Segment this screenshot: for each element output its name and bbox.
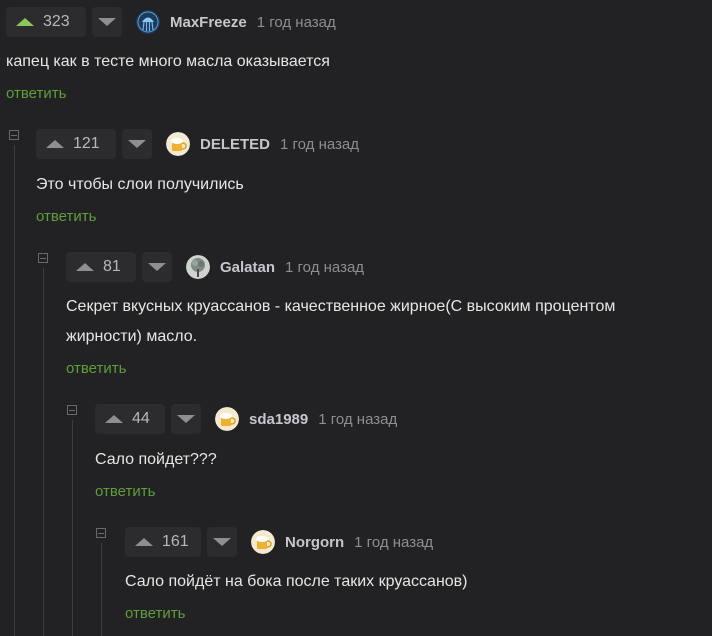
- collapse-thread-button[interactable]: [67, 405, 77, 415]
- comment-rating: 44: [132, 410, 150, 427]
- downvote-button[interactable]: [92, 7, 122, 37]
- downvote-arrow-icon: [128, 140, 146, 148]
- tree-avatar-icon[interactable]: [186, 255, 210, 279]
- collapse-thread-button[interactable]: [96, 528, 106, 538]
- collapse-thread-button[interactable]: [9, 130, 19, 140]
- reply-link[interactable]: ответить: [125, 605, 185, 622]
- reply-link[interactable]: ответить: [95, 483, 155, 500]
- upvote-button[interactable]: 81: [66, 252, 136, 282]
- downvote-arrow-icon: [148, 263, 166, 271]
- upvote-arrow-icon: [135, 538, 153, 546]
- upvote-button[interactable]: 121: [36, 129, 116, 159]
- thread-line: [72, 420, 73, 636]
- username-link[interactable]: DELETED: [200, 136, 270, 153]
- comment-rating: 121: [73, 135, 100, 152]
- comment-time: 1 год назад: [256, 13, 336, 31]
- upvote-button[interactable]: 161: [125, 527, 201, 557]
- comment-time: 1 год назад: [318, 410, 398, 428]
- downvote-button[interactable]: [171, 404, 201, 434]
- collapse-thread-button[interactable]: [38, 253, 48, 263]
- comment-text: Это чтобы слои получились: [36, 176, 244, 193]
- username-link[interactable]: sda1989: [249, 411, 308, 428]
- comment-header: 161 Norgorn 1 год назад: [125, 526, 433, 558]
- comment-rating: 323: [43, 13, 70, 30]
- downvote-button[interactable]: [122, 129, 152, 159]
- username-link[interactable]: Galatan: [220, 259, 275, 276]
- thread-line: [43, 268, 44, 636]
- upvote-arrow-icon: [76, 263, 94, 271]
- upvote-button[interactable]: 44: [95, 404, 165, 434]
- reply-link[interactable]: ответить: [6, 85, 66, 102]
- jellyfish-avatar-icon[interactable]: [136, 10, 160, 34]
- comment-rating: 81: [103, 258, 121, 275]
- downvote-arrow-icon: [98, 18, 116, 26]
- thread-line: [101, 543, 102, 636]
- upvote-button[interactable]: 323: [6, 7, 86, 37]
- comment-header: 121 DELETED 1 год назад: [36, 128, 359, 160]
- thread-line: [14, 145, 15, 636]
- comment-time: 1 год назад: [280, 135, 360, 153]
- upvote-arrow-icon: [105, 415, 123, 423]
- comment-header: 323 MaxFreeze 1 год назад: [6, 6, 336, 38]
- comment-header: 44 sda1989 1 год назад: [95, 403, 397, 435]
- comment-rating: 161: [162, 533, 189, 550]
- comment-text: капец как в тесте много масла оказываетс…: [6, 53, 330, 70]
- downvote-button[interactable]: [207, 527, 237, 557]
- beer-mug-avatar-icon[interactable]: [215, 407, 239, 431]
- comment-header: 81 Galatan 1 год назад: [66, 251, 364, 283]
- comment-text: жирности) масло.: [66, 328, 198, 345]
- downvote-button[interactable]: [142, 252, 172, 282]
- reply-link[interactable]: ответить: [66, 360, 126, 377]
- comments-thread: 323 MaxFreeze 1 год назад капец как в те…: [0, 0, 712, 636]
- upvote-arrow-icon: [16, 18, 34, 26]
- comment-text: Сало пойдёт на бока после таких круассан…: [125, 573, 468, 590]
- comment-text: Секрет вкусных круассанов - качественное…: [66, 298, 616, 315]
- beer-mug-avatar-icon[interactable]: [166, 132, 190, 156]
- comment-text: Сало пойдет???: [95, 451, 217, 468]
- comment-time: 1 год назад: [354, 533, 434, 551]
- beer-mug-avatar-icon[interactable]: [251, 530, 275, 554]
- downvote-arrow-icon: [213, 538, 231, 546]
- reply-link[interactable]: ответить: [36, 208, 96, 225]
- upvote-arrow-icon: [46, 140, 64, 148]
- downvote-arrow-icon: [177, 415, 195, 423]
- username-link[interactable]: Norgorn: [285, 534, 344, 551]
- username-link[interactable]: MaxFreeze: [170, 14, 247, 31]
- comment-time: 1 год назад: [285, 258, 365, 276]
